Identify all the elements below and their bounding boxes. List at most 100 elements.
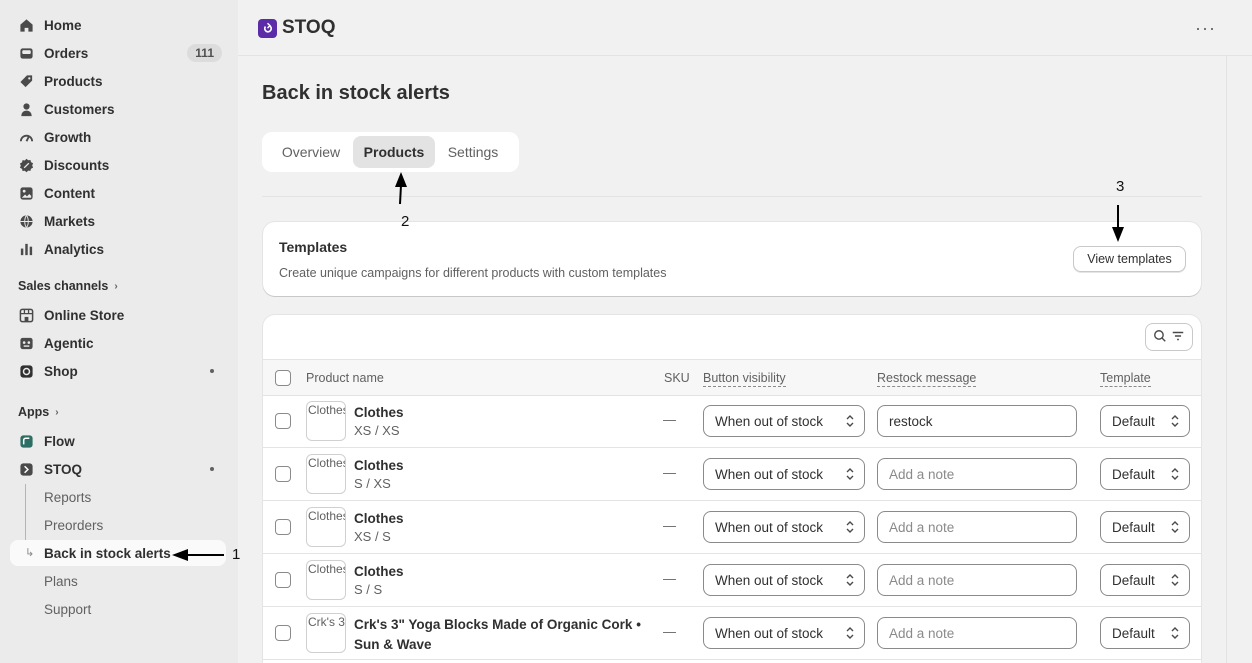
column-header-template[interactable]: Template	[1100, 371, 1151, 387]
template-select[interactable]: Default	[1100, 617, 1190, 649]
status-dot	[210, 467, 214, 471]
sidebar-item-flow[interactable]: Flow	[10, 428, 226, 454]
tab-overview[interactable]: Overview	[270, 136, 352, 168]
sidebar-item-orders[interactable]: Orders 111	[10, 40, 226, 66]
app-name: STOQ	[282, 17, 336, 38]
search-icon	[1153, 329, 1167, 346]
annotation-label-2: 2	[401, 213, 410, 230]
filter-icon	[1171, 329, 1185, 346]
row-checkbox[interactable]	[275, 413, 291, 429]
product-name[interactable]: Clothes	[354, 509, 644, 529]
search-filter-button[interactable]	[1145, 323, 1193, 351]
updown-chevron-icon	[846, 574, 854, 586]
select-all-checkbox[interactable]	[275, 370, 291, 386]
sidebar-item-markets[interactable]: Markets	[10, 208, 226, 234]
gauge-icon	[18, 129, 34, 145]
sidebar-subitem-preorders[interactable]: Preorders	[10, 512, 226, 538]
person-icon	[18, 101, 34, 117]
product-name[interactable]: Crk's 3" Yoga Blocks Made of Organic Cor…	[354, 615, 644, 655]
select-value: Default	[1112, 572, 1155, 588]
view-templates-button[interactable]: View templates	[1073, 246, 1186, 272]
sidebar-item-label: Home	[44, 17, 82, 33]
sidebar-item-products[interactable]: Products	[10, 68, 226, 94]
product-name[interactable]: Clothes	[354, 562, 644, 582]
sidebar-item-label: Online Store	[44, 307, 125, 323]
apps-heading[interactable]: Apps ›	[18, 405, 59, 419]
sidebar-item-content[interactable]: Content	[10, 180, 226, 206]
column-header-product[interactable]: Product name	[306, 371, 384, 385]
button-visibility-select[interactable]: When out of stock	[703, 511, 865, 543]
sidebar-item-customers[interactable]: Customers	[10, 96, 226, 122]
button-visibility-select[interactable]: When out of stock	[703, 405, 865, 437]
more-actions-button[interactable]: ···	[1195, 18, 1216, 39]
column-header-visibility[interactable]: Button visibility	[703, 371, 786, 387]
flow-icon	[18, 433, 34, 449]
updown-chevron-icon	[1171, 415, 1179, 427]
restock-message-input[interactable]: restock	[877, 405, 1077, 437]
sidebar-item-label: Discounts	[44, 157, 110, 173]
sidebar-item-analytics[interactable]: Analytics	[10, 236, 226, 262]
template-select[interactable]: Default	[1100, 511, 1190, 543]
sales-channels-label: Sales channels	[18, 279, 109, 293]
sales-channels-heading[interactable]: Sales channels ›	[18, 279, 118, 293]
stoq-icon	[18, 461, 34, 477]
sidebar-subitem-back-in-stock-alerts[interactable]: Back in stock alerts	[10, 540, 226, 566]
sidebar-item-home[interactable]: Home	[10, 12, 226, 38]
tab-products[interactable]: Products	[353, 136, 435, 168]
row-checkbox[interactable]	[275, 572, 291, 588]
sidebar-item-agentic[interactable]: Agentic	[10, 330, 226, 356]
button-visibility-select[interactable]: When out of stock	[703, 617, 865, 649]
sidebar-item-shop[interactable]: Shop	[10, 358, 226, 384]
row-checkbox[interactable]	[275, 519, 291, 535]
restock-message-input[interactable]: Add a note	[877, 458, 1077, 490]
sidebar-subitem-support[interactable]: Support	[10, 596, 226, 622]
product-variant: XS / S	[354, 529, 391, 544]
sku-value: —	[663, 412, 676, 427]
restock-message-input[interactable]: Add a note	[877, 511, 1077, 543]
sidebar-subitem-reports[interactable]: Reports	[10, 484, 226, 510]
sku-value: —	[663, 518, 676, 533]
sidebar-item-growth[interactable]: Growth	[10, 124, 226, 150]
content-icon	[18, 185, 34, 201]
table-row: Clothes Clothes XS / S — When out of sto…	[263, 501, 1201, 554]
product-name[interactable]: Clothes	[354, 456, 644, 476]
sidebar-subitem-plans[interactable]: Plans	[10, 568, 226, 594]
chevron-right-icon: ›	[55, 406, 59, 418]
inbox-icon	[18, 45, 34, 61]
sidebar-item-stoq[interactable]: STOQ	[10, 456, 226, 482]
templates-description: Create unique campaigns for different pr…	[279, 266, 667, 280]
select-value: When out of stock	[715, 625, 824, 641]
product-variant: XS / XS	[354, 423, 400, 438]
templates-card: Templates Create unique campaigns for di…	[263, 222, 1201, 296]
products-table-card: Product name SKU Button visibility Resto…	[263, 315, 1201, 663]
restock-message-input[interactable]: Add a note	[877, 617, 1077, 649]
table-row: Clothes Clothes S / XS — When out of sto…	[263, 448, 1201, 501]
column-header-message[interactable]: Restock message	[877, 371, 977, 387]
stoq-logo-icon	[258, 19, 277, 38]
sidebar-item-online-store[interactable]: Online Store	[10, 302, 226, 328]
template-select[interactable]: Default	[1100, 564, 1190, 596]
button-visibility-select[interactable]: When out of stock	[703, 458, 865, 490]
templates-title: Templates	[279, 239, 348, 255]
template-select[interactable]: Default	[1100, 405, 1190, 437]
updown-chevron-icon	[846, 627, 854, 639]
button-visibility-select[interactable]: When out of stock	[703, 564, 865, 596]
product-thumbnail: Clothes	[306, 560, 346, 600]
product-variant: S / S	[354, 582, 383, 597]
template-select[interactable]: Default	[1100, 458, 1190, 490]
tab-settings[interactable]: Settings	[436, 136, 510, 168]
sidebar-item-discounts[interactable]: Discounts	[10, 152, 226, 178]
orders-count-badge: 111	[187, 44, 222, 62]
annotation-label-3: 3	[1116, 178, 1125, 195]
select-value: Default	[1112, 519, 1155, 535]
tag-icon	[18, 73, 34, 89]
product-name[interactable]: Clothes	[354, 403, 644, 423]
column-header-sku[interactable]: SKU	[664, 371, 690, 385]
restock-message-input[interactable]: Add a note	[877, 564, 1077, 596]
table-row: Clothes Clothes S / S — When out of stoc…	[263, 554, 1201, 607]
sku-value: —	[663, 571, 676, 586]
sidebar-item-label: Analytics	[44, 241, 105, 257]
sidebar-item-label: Flow	[44, 433, 75, 449]
row-checkbox[interactable]	[275, 466, 291, 482]
row-checkbox[interactable]	[275, 625, 291, 641]
